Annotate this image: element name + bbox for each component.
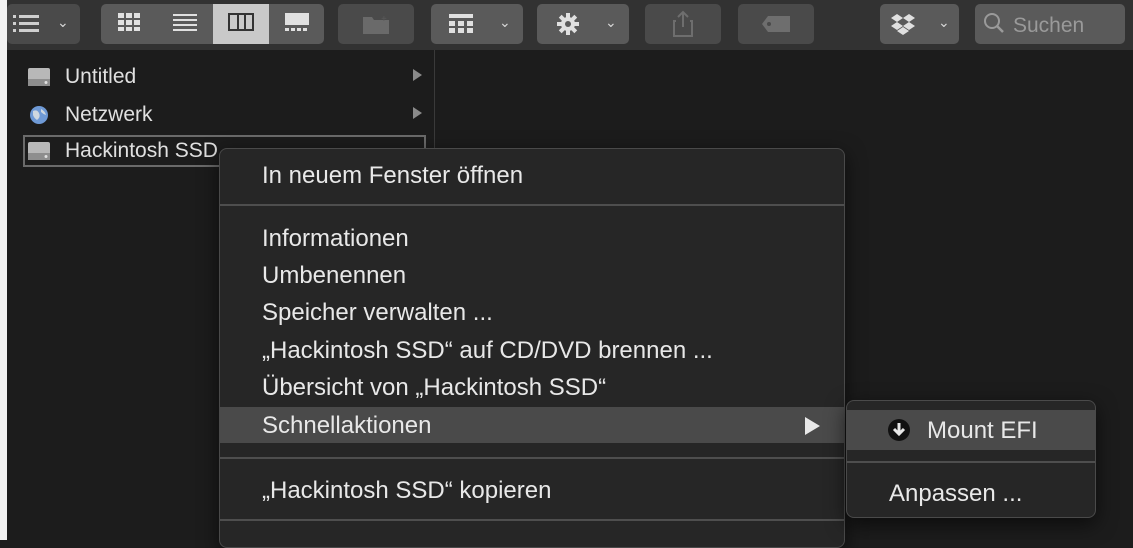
menu-item-label: Mount EFI bbox=[927, 417, 1038, 444]
view-options-button[interactable]: ⌄ bbox=[7, 4, 80, 44]
disk-icon bbox=[27, 141, 51, 161]
quick-actions-submenu: Mount EFI Anpassen ... bbox=[846, 400, 1096, 518]
sidebar-item-label: Hackintosh SSD bbox=[65, 139, 218, 162]
menu-item-brennen[interactable]: „Hackintosh SSD“ auf CD/DVD brennen ... bbox=[220, 332, 844, 368]
globe-icon bbox=[27, 105, 51, 125]
dropbox-icon bbox=[890, 13, 916, 35]
submenu-item-mount-efi[interactable]: Mount EFI bbox=[847, 410, 1095, 450]
chevron-down-icon: ⌄ bbox=[57, 14, 69, 30]
action-button[interactable]: ⌄ bbox=[537, 4, 629, 44]
menu-item-label: Speicher verwalten ... bbox=[262, 299, 493, 326]
menu-item-label: „Hackintosh SSD“ kopieren bbox=[262, 477, 552, 504]
sidebar-item-label: Untitled bbox=[65, 65, 137, 88]
menu-item-open-new-window[interactable]: In neuem Fenster öffnen bbox=[220, 157, 844, 193]
search-icon bbox=[983, 12, 1005, 34]
context-menu: In neuem Fenster öffnen Informationen Um… bbox=[219, 148, 845, 548]
view-icons-button[interactable] bbox=[101, 4, 157, 44]
grid-icon bbox=[118, 12, 140, 36]
toolbar: ⌄ + ⌄ ⌄ ⌄ Suchen bbox=[7, 0, 1133, 50]
sidebar-item-label: Netzwerk bbox=[65, 103, 153, 126]
submenu-item-anpassen[interactable]: Anpassen ... bbox=[847, 475, 1095, 511]
chevron-down-icon: ⌄ bbox=[499, 14, 511, 30]
submenu-arrow-icon bbox=[805, 417, 820, 435]
share-icon bbox=[672, 10, 694, 38]
menu-item-label: „Hackintosh SSD“ auf CD/DVD brennen ... bbox=[262, 337, 713, 364]
share-button[interactable] bbox=[645, 4, 721, 44]
disclosure-arrow-icon bbox=[413, 69, 422, 81]
menu-item-uebersicht[interactable]: Übersicht von „Hackintosh SSD“ bbox=[220, 369, 844, 405]
menu-separator bbox=[847, 461, 1095, 463]
window-edge bbox=[0, 0, 7, 540]
tag-button[interactable] bbox=[738, 4, 814, 44]
menu-item-label: Umbenennen bbox=[262, 262, 407, 289]
menu-item-speicher-verwalten[interactable]: Speicher verwalten ... bbox=[220, 294, 844, 330]
group-grid-icon bbox=[449, 14, 473, 34]
view-gallery-button[interactable] bbox=[269, 4, 324, 44]
view-list-button[interactable] bbox=[157, 4, 213, 44]
menu-item-label: Informationen bbox=[262, 225, 409, 252]
list-icon bbox=[173, 13, 197, 36]
group-button[interactable]: ⌄ bbox=[431, 4, 523, 44]
menu-item-informationen[interactable]: Informationen bbox=[220, 220, 844, 256]
search-field[interactable]: Suchen bbox=[975, 4, 1125, 44]
menu-separator bbox=[220, 204, 844, 206]
gear-icon bbox=[555, 12, 581, 36]
tag-icon bbox=[762, 16, 790, 32]
menu-separator bbox=[220, 519, 844, 521]
columns-icon bbox=[228, 12, 254, 36]
menu-item-label: Anpassen ... bbox=[889, 480, 1023, 507]
list-lines-icon bbox=[13, 13, 39, 35]
menu-item-umbenennen[interactable]: Umbenennen bbox=[220, 257, 844, 293]
chevron-down-icon: ⌄ bbox=[938, 14, 950, 30]
chevron-down-icon: ⌄ bbox=[605, 14, 617, 30]
search-placeholder: Suchen bbox=[1013, 14, 1085, 37]
new-folder-button[interactable]: + bbox=[338, 4, 414, 44]
menu-item-kopieren[interactable]: „Hackintosh SSD“ kopieren bbox=[220, 472, 844, 508]
menu-item-schnellaktionen[interactable]: Schnellaktionen bbox=[220, 407, 844, 443]
menu-item-label: In neuem Fenster öffnen bbox=[262, 162, 524, 189]
view-columns-button[interactable] bbox=[213, 4, 269, 44]
menu-item-label: Übersicht von „Hackintosh SSD“ bbox=[262, 374, 607, 401]
disclosure-arrow-icon bbox=[413, 107, 422, 119]
gallery-icon bbox=[284, 12, 310, 37]
dropbox-button[interactable]: ⌄ bbox=[880, 4, 959, 44]
folder-plus-icon: + bbox=[362, 13, 390, 35]
menu-item-label: Schnellaktionen bbox=[262, 412, 432, 439]
view-segmented-control bbox=[101, 4, 324, 44]
menu-separator bbox=[220, 457, 844, 459]
sidebar-item-untitled[interactable]: Untitled bbox=[23, 61, 426, 93]
svg-text:+: + bbox=[381, 14, 387, 25]
download-circle-icon bbox=[887, 418, 911, 442]
disk-icon bbox=[27, 67, 51, 87]
sidebar-item-netzwerk[interactable]: Netzwerk bbox=[23, 99, 426, 131]
